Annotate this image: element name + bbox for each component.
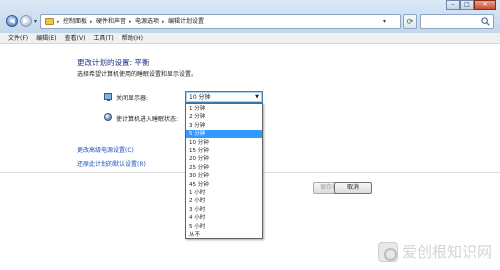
watermark-text: 爱创根知识网 <box>402 243 493 261</box>
dropdown-option[interactable]: 4 小时 <box>186 214 262 222</box>
watermark: 爱创根知识网 <box>378 239 496 265</box>
dropdown-option[interactable]: 3 小时 <box>186 206 262 214</box>
address-bar[interactable]: ▸ 控制面板 ▸ 硬件和声音 ▸ 电源选项 ▸ 编辑计划设置 ▾ <box>40 14 401 29</box>
turn-off-display-label: 关闭显示器: <box>116 95 149 102</box>
forward-button[interactable]: ▶ <box>20 15 32 27</box>
refresh-icon: ⟳ <box>406 17 414 26</box>
dropdown-option[interactable]: 45 分钟 <box>186 181 262 189</box>
close-button[interactable]: ✕ <box>474 0 496 10</box>
dropdown-option[interactable]: 2 小时 <box>186 197 262 205</box>
page-title: 更改计划的设置: 平衡 <box>77 58 150 67</box>
refresh-button[interactable]: ⟳ <box>403 14 417 29</box>
menu-help[interactable]: 帮助(H) <box>118 33 147 43</box>
dropdown-option[interactable]: 1 小时 <box>186 189 262 197</box>
menu-bar: 文件(F) 编辑(E) 查看(V) 工具(T) 帮助(H) <box>0 33 500 44</box>
menu-edit[interactable]: 编辑(E) <box>32 33 60 43</box>
advanced-power-settings-link[interactable]: 更改高级电源设置(C) <box>77 145 134 154</box>
dropdown-option[interactable]: 5 小时 <box>186 223 262 231</box>
dropdown-option[interactable]: 30 分钟 <box>186 172 262 180</box>
breadcrumb-separator[interactable]: ▸ <box>57 17 60 27</box>
breadcrumb-hardware-sound[interactable]: 硬件和声音 <box>96 17 126 27</box>
dropdown-option[interactable]: 2 分钟 <box>186 113 262 121</box>
breadcrumb-control-panel[interactable]: 控制面板 <box>63 17 87 27</box>
maximize-button[interactable]: □ <box>460 0 474 10</box>
search-icon <box>481 17 490 26</box>
monitor-icon <box>104 93 112 101</box>
minimize-button[interactable]: – <box>446 0 460 10</box>
sleep-label: 使计算机进入睡眠状态: <box>116 116 179 123</box>
breadcrumb-separator[interactable]: ▸ <box>162 17 165 27</box>
page-subtitle: 选择希望计算机使用的睡眠设置和显示设置。 <box>77 71 198 78</box>
menu-tools[interactable]: 工具(T) <box>89 33 117 43</box>
back-button[interactable]: ◀ <box>6 15 18 27</box>
breadcrumb-edit-plan[interactable]: 编辑计划设置 <box>168 17 204 27</box>
breadcrumb-separator[interactable]: ▸ <box>90 17 93 27</box>
menu-view[interactable]: 查看(V) <box>61 33 90 43</box>
address-history-dropdown[interactable]: ▾ <box>383 16 386 27</box>
display-timeout-options[interactable]: 1 分钟 2 分钟 3 分钟 5 分钟 10 分钟 15 分钟 20 分钟 25 分钟 30 分… <box>185 103 263 239</box>
dropdown-option[interactable]: 10 分钟 <box>186 139 262 147</box>
recent-pages-dropdown[interactable]: ▾ <box>34 18 37 25</box>
dropdown-option[interactable]: 1 分钟 <box>186 105 262 113</box>
dropdown-option[interactable]: 20 分钟 <box>186 155 262 163</box>
display-timeout-select[interactable]: 10 分钟 ▼ <box>185 91 263 103</box>
search-input[interactable] <box>420 14 494 29</box>
sleep-icon <box>104 113 112 121</box>
control-panel-icon <box>45 18 54 25</box>
breadcrumb-power-options[interactable]: 电源选项 <box>135 17 159 27</box>
dropdown-option[interactable]: 25 分钟 <box>186 164 262 172</box>
window-controls: – □ ✕ <box>446 0 496 10</box>
watermark-logo-icon <box>378 242 398 262</box>
breadcrumb-separator[interactable]: ▸ <box>129 17 132 27</box>
title-bar: – □ ✕ ◀ ▶ ▾ ▸ 控制面板 ▸ 硬件和声音 ▸ 电源选项 ▸ 编辑计划… <box>0 0 500 33</box>
menu-file[interactable]: 文件(F) <box>4 33 32 43</box>
chevron-down-icon: ▼ <box>255 94 259 100</box>
select-value: 10 分钟 <box>189 94 211 101</box>
dropdown-option[interactable]: 15 分钟 <box>186 147 262 155</box>
dropdown-option[interactable]: 3 分钟 <box>186 122 262 130</box>
dropdown-option[interactable]: 5 分钟 <box>186 130 262 139</box>
restore-defaults-link[interactable]: 还原此计划的默认设置(R) <box>77 159 146 168</box>
cancel-button[interactable]: 取消 <box>334 182 372 194</box>
dropdown-option[interactable]: 从不 <box>186 231 262 239</box>
